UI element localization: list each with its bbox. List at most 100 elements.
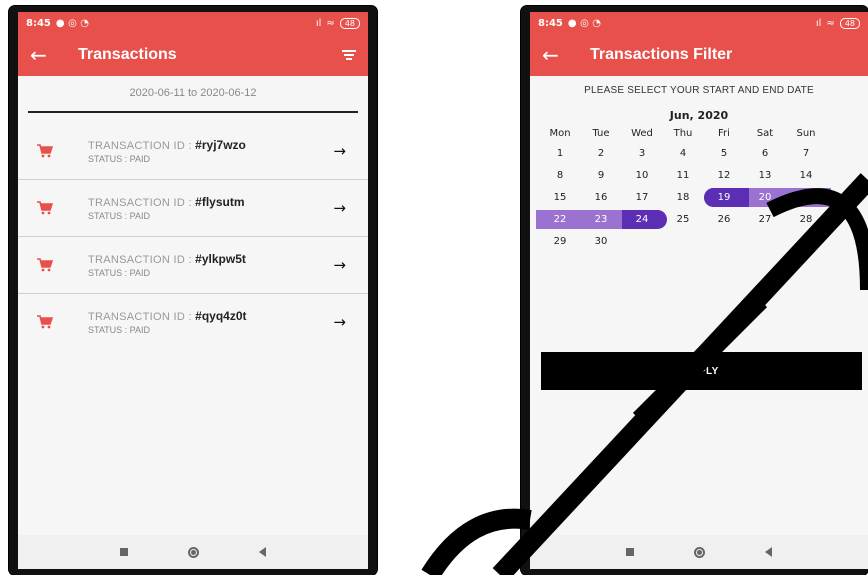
transaction-row[interactable]: TRANSACTION ID : #ryj7wzo STATUS : PAID → bbox=[18, 123, 368, 180]
status-icons: ● ◎ ◔ bbox=[55, 17, 90, 29]
calendar-day[interactable]: 4 bbox=[663, 144, 703, 163]
calendar-day[interactable]: 22 bbox=[540, 210, 580, 229]
forward-arrow-icon[interactable]: → bbox=[333, 313, 346, 331]
transaction-status: STATUS : PAID bbox=[88, 268, 151, 278]
transaction-id: #flysutm bbox=[195, 195, 245, 209]
transaction-row[interactable]: TRANSACTION ID : #ylkpw5t STATUS : PAID → bbox=[18, 237, 368, 294]
phone-transactions-filter: 8:45 ● ◎ ◔ ıl ≈ 48 ← Transactions Filter… bbox=[521, 6, 868, 575]
divider bbox=[28, 111, 358, 113]
weekday-header: Fri bbox=[718, 128, 730, 139]
recents-icon[interactable] bbox=[626, 548, 634, 556]
transaction-id-label: TRANSACTION ID : bbox=[88, 254, 196, 266]
calendar-day[interactable]: 26 bbox=[704, 210, 744, 229]
forward-arrow-icon[interactable]: → bbox=[333, 142, 346, 160]
calendar-day[interactable]: 28 bbox=[786, 210, 826, 229]
apply-button[interactable]: APPLY bbox=[541, 352, 862, 390]
calendar-day[interactable]: 5 bbox=[704, 144, 744, 163]
transaction-row[interactable]: TRANSACTION ID : #flysutm STATUS : PAID → bbox=[18, 180, 368, 237]
filter-screen: 8:45 ● ◎ ◔ ıl ≈ 48 ← Transactions Filter… bbox=[530, 12, 868, 569]
home-icon[interactable] bbox=[694, 546, 705, 558]
transaction-status: STATUS : PAID bbox=[88, 325, 151, 335]
transaction-status: STATUS : PAID bbox=[88, 211, 151, 221]
transaction-id: #qyq4z0t bbox=[195, 309, 247, 323]
system-nav-bar bbox=[530, 535, 868, 569]
calendar-day[interactable]: 6 bbox=[745, 144, 785, 163]
wifi-icon: ≈ bbox=[826, 17, 835, 29]
calendar-day[interactable]: 30 bbox=[581, 232, 621, 251]
page-title: Transactions bbox=[78, 46, 177, 63]
calendar-day[interactable]: 3 bbox=[622, 144, 662, 163]
calendar-month: Jun, 2020 bbox=[669, 109, 729, 122]
home-icon[interactable] bbox=[188, 546, 199, 558]
status-time: 8:45 bbox=[26, 17, 51, 29]
transaction-status: STATUS : PAID bbox=[88, 154, 151, 164]
calendar-day[interactable]: 20 bbox=[745, 188, 785, 207]
calendar-grid: Mon Tue Wed Thu Fri Sat Sun 1 2 3 4 5 6 7 8 9 10 11 12 13 14… bbox=[530, 128, 868, 248]
cart-icon bbox=[37, 201, 53, 215]
calendar-day[interactable]: 1 bbox=[540, 144, 580, 163]
calendar-day[interactable]: 11 bbox=[663, 166, 703, 185]
calendar-day[interactable]: 24 bbox=[622, 210, 662, 229]
weekday-header: Tue bbox=[592, 128, 610, 139]
transaction-id: #ylkpw5t bbox=[195, 252, 246, 266]
calendar-day[interactable]: 8 bbox=[540, 166, 580, 185]
phone-transactions: 8:45 ● ◎ ◔ ıl ≈ 48 ← Transactions 2020-0… bbox=[9, 6, 377, 575]
back-arrow-icon[interactable]: ← bbox=[542, 43, 572, 67]
recents-icon[interactable] bbox=[120, 548, 128, 556]
cart-icon bbox=[37, 258, 53, 272]
status-bar: 8:45 ● ◎ ◔ ıl ≈ 48 bbox=[530, 12, 868, 34]
calendar-day[interactable]: 21 bbox=[786, 188, 826, 207]
calendar-day[interactable]: 18 bbox=[663, 188, 703, 207]
calendar-day[interactable]: 29 bbox=[540, 232, 580, 251]
transaction-id: #ryj7wzo bbox=[195, 138, 246, 152]
date-range-label: 2020-06-11 to 2020-06-12 bbox=[129, 87, 257, 99]
system-back-icon[interactable] bbox=[259, 547, 266, 557]
date-prompt: PLEASE SELECT YOUR START AND END DATE bbox=[584, 85, 814, 96]
calendar-day[interactable]: 16 bbox=[581, 188, 621, 207]
transactions-screen: 8:45 ● ◎ ◔ ıl ≈ 48 ← Transactions 2020-0… bbox=[18, 12, 368, 569]
calendar-day[interactable]: 9 bbox=[581, 166, 621, 185]
transaction-id-label: TRANSACTION ID : bbox=[88, 197, 196, 209]
calendar-day[interactable]: 12 bbox=[704, 166, 744, 185]
calendar-day[interactable]: 15 bbox=[540, 188, 580, 207]
calendar-day[interactable]: 2 bbox=[581, 144, 621, 163]
transaction-row[interactable]: TRANSACTION ID : #qyq4z0t STATUS : PAID → bbox=[18, 294, 368, 350]
weekday-header: Mon bbox=[549, 128, 571, 139]
wifi-icon: ≈ bbox=[326, 17, 335, 29]
calendar-day[interactable]: 10 bbox=[622, 166, 662, 185]
transaction-list: TRANSACTION ID : #ryj7wzo STATUS : PAID → T… bbox=[18, 123, 368, 350]
battery-indicator: 48 bbox=[339, 17, 360, 29]
watermark-stroke bbox=[421, 508, 532, 575]
status-icons: ● ◎ ◔ bbox=[567, 17, 602, 29]
calendar-day[interactable]: 17 bbox=[622, 188, 662, 207]
app-bar: ← Transactions Filter bbox=[530, 34, 868, 76]
calendar-day[interactable]: 27 bbox=[745, 210, 785, 229]
transaction-id-label: TRANSACTION ID : bbox=[88, 140, 196, 152]
forward-arrow-icon[interactable]: → bbox=[333, 256, 346, 274]
back-arrow-icon[interactable]: ← bbox=[30, 43, 60, 67]
filter-icon[interactable] bbox=[342, 50, 356, 60]
calendar-day[interactable]: 23 bbox=[581, 210, 621, 229]
calendar-day[interactable]: 7 bbox=[786, 144, 826, 163]
weekday-header: Sun bbox=[796, 128, 816, 139]
app-bar: ← Transactions bbox=[18, 34, 368, 76]
status-bar: 8:45 ● ◎ ◔ ıl ≈ 48 bbox=[18, 12, 368, 34]
calendar-day[interactable]: 19 bbox=[704, 188, 744, 207]
status-time: 8:45 bbox=[538, 17, 563, 29]
page-title: Transactions Filter bbox=[590, 46, 733, 63]
system-back-icon[interactable] bbox=[765, 547, 772, 557]
battery-indicator: 48 bbox=[839, 17, 860, 29]
transaction-id-label: TRANSACTION ID : bbox=[88, 311, 196, 323]
calendar-day[interactable]: 14 bbox=[786, 166, 826, 185]
signal-icon: ıl bbox=[315, 17, 322, 29]
weekday-header: Thu bbox=[673, 128, 693, 139]
cart-icon bbox=[37, 144, 53, 158]
cart-icon bbox=[37, 315, 53, 329]
forward-arrow-icon[interactable]: → bbox=[333, 199, 346, 217]
calendar-day[interactable]: 25 bbox=[663, 210, 703, 229]
calendar-day[interactable]: 13 bbox=[745, 166, 785, 185]
weekday-header: Sat bbox=[756, 128, 774, 139]
weekday-header: Wed bbox=[631, 128, 653, 139]
signal-icon: ıl bbox=[815, 17, 822, 29]
system-nav-bar bbox=[18, 535, 368, 569]
